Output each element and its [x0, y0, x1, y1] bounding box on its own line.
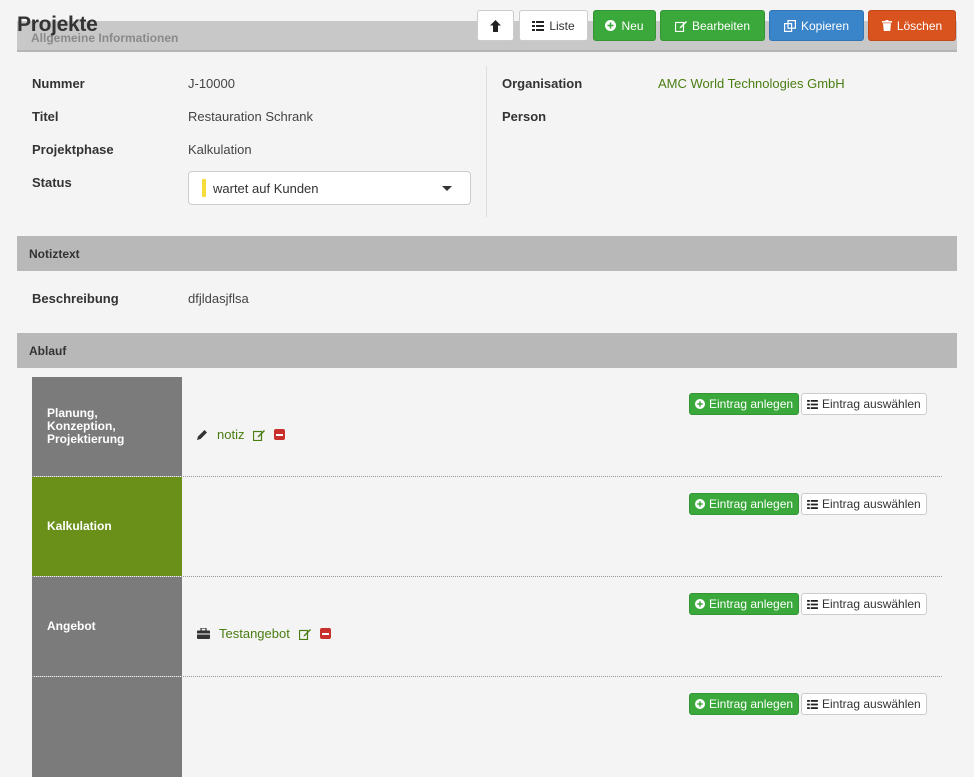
projektphase-value: Kalkulation — [188, 142, 252, 157]
nummer-label: Nummer — [32, 76, 85, 91]
remove-icon[interactable] — [319, 628, 331, 639]
add-entry-button[interactable]: Eintrag anlegen — [689, 693, 800, 715]
status-select[interactable]: wartet auf Kunden — [188, 171, 471, 205]
list-icon — [807, 699, 818, 709]
pencil-icon — [197, 429, 208, 440]
list-button[interactable]: Liste — [519, 10, 588, 41]
select-entry-button[interactable]: Eintrag auswählen — [801, 493, 927, 515]
list-button-label: Liste — [549, 18, 575, 33]
notiztext-header-label: Notiztext — [29, 247, 80, 261]
entry-link[interactable]: notiz — [217, 427, 244, 442]
add-entry-button[interactable]: Eintrag anlegen — [689, 593, 800, 615]
phase-row: Angebot Eintrag anlegen Eintrag auswähle… — [32, 577, 942, 677]
copy-button-label: Kopieren — [800, 18, 850, 33]
briefcase-icon — [197, 628, 210, 639]
list-icon — [807, 399, 818, 409]
select-entry-button[interactable]: Eintrag auswählen — [801, 693, 927, 715]
notiztext-header: Notiztext — [17, 236, 957, 271]
trash-icon — [881, 20, 892, 31]
delete-button[interactable]: Löschen — [868, 10, 956, 41]
phase-label: Angebot — [32, 577, 182, 676]
caret-down-icon — [442, 186, 452, 191]
select-entry-button[interactable]: Eintrag auswählen — [801, 393, 927, 415]
add-entry-label: Eintrag anlegen — [709, 697, 794, 711]
remove-icon[interactable] — [274, 429, 286, 440]
select-entry-label: Eintrag auswählen — [822, 597, 921, 611]
edit-icon[interactable] — [253, 429, 266, 441]
list-icon — [532, 20, 545, 31]
edit-button-label: Bearbeiten — [691, 18, 751, 33]
new-button[interactable]: Neu — [593, 10, 656, 41]
status-label: Status — [32, 175, 72, 190]
entry-item: Testangebot — [197, 626, 331, 641]
edit-button[interactable]: Bearbeiten — [660, 10, 765, 41]
add-entry-label: Eintrag anlegen — [709, 497, 794, 511]
copy-button[interactable]: Kopieren — [769, 10, 864, 41]
delete-button-label: Löschen — [896, 18, 943, 33]
status-color-indicator — [202, 179, 206, 197]
phase-row: Eintrag anlegen Eintrag auswählen — [32, 677, 942, 777]
ablauf-header-label: Ablauf — [29, 344, 67, 358]
page-title: Projekte — [17, 13, 98, 36]
phase-label: Kalkulation — [32, 477, 182, 576]
plus-circle-icon — [695, 399, 705, 409]
organisation-label: Organisation — [502, 76, 583, 91]
arrow-up-icon — [490, 19, 501, 32]
select-entry-label: Eintrag auswählen — [822, 397, 921, 411]
new-button-label: Neu — [621, 18, 644, 33]
select-entry-label: Eintrag auswählen — [822, 697, 921, 711]
add-entry-label: Eintrag anlegen — [709, 397, 794, 411]
edit-icon — [674, 20, 687, 32]
projektphase-label: Projektphase — [32, 142, 114, 157]
nummer-value: J-10000 — [188, 76, 235, 91]
plus-circle-icon — [695, 599, 705, 609]
plus-circle-icon — [605, 20, 617, 31]
add-entry-button[interactable]: Eintrag anlegen — [689, 493, 800, 515]
entry-link[interactable]: Testangebot — [219, 626, 290, 641]
status-select-value: wartet auf Kunden — [213, 181, 319, 196]
titel-value: Restauration Schrank — [188, 109, 314, 124]
list-icon — [807, 499, 818, 509]
plus-circle-icon — [695, 699, 705, 709]
phase-label — [32, 677, 182, 777]
phase-row: Kalkulation Eintrag anlegen Eintrag ausw… — [32, 477, 942, 577]
beschreibung-value: dfjldasjflsa — [188, 291, 249, 306]
entry-item: notiz — [197, 427, 286, 442]
phase-row: Planung, Konzeption, Projektierung Eintr… — [32, 377, 942, 477]
select-entry-label: Eintrag auswählen — [822, 497, 921, 511]
list-icon — [807, 599, 818, 609]
person-label: Person — [502, 109, 547, 124]
column-divider — [486, 66, 487, 217]
add-entry-label: Eintrag anlegen — [709, 597, 794, 611]
phase-label: Planung, Konzeption, Projektierung — [32, 377, 182, 476]
ablauf-header: Ablauf — [17, 333, 957, 368]
titel-label: Titel — [32, 109, 59, 124]
organisation-link[interactable]: AMC World Technologies GmbH — [658, 76, 845, 91]
up-button[interactable] — [477, 10, 514, 41]
beschreibung-label: Beschreibung — [32, 291, 119, 306]
edit-icon[interactable] — [298, 628, 311, 640]
add-entry-button[interactable]: Eintrag anlegen — [689, 393, 800, 415]
select-entry-button[interactable]: Eintrag auswählen — [801, 593, 927, 615]
plus-circle-icon — [695, 499, 705, 509]
copy-icon — [783, 19, 796, 32]
